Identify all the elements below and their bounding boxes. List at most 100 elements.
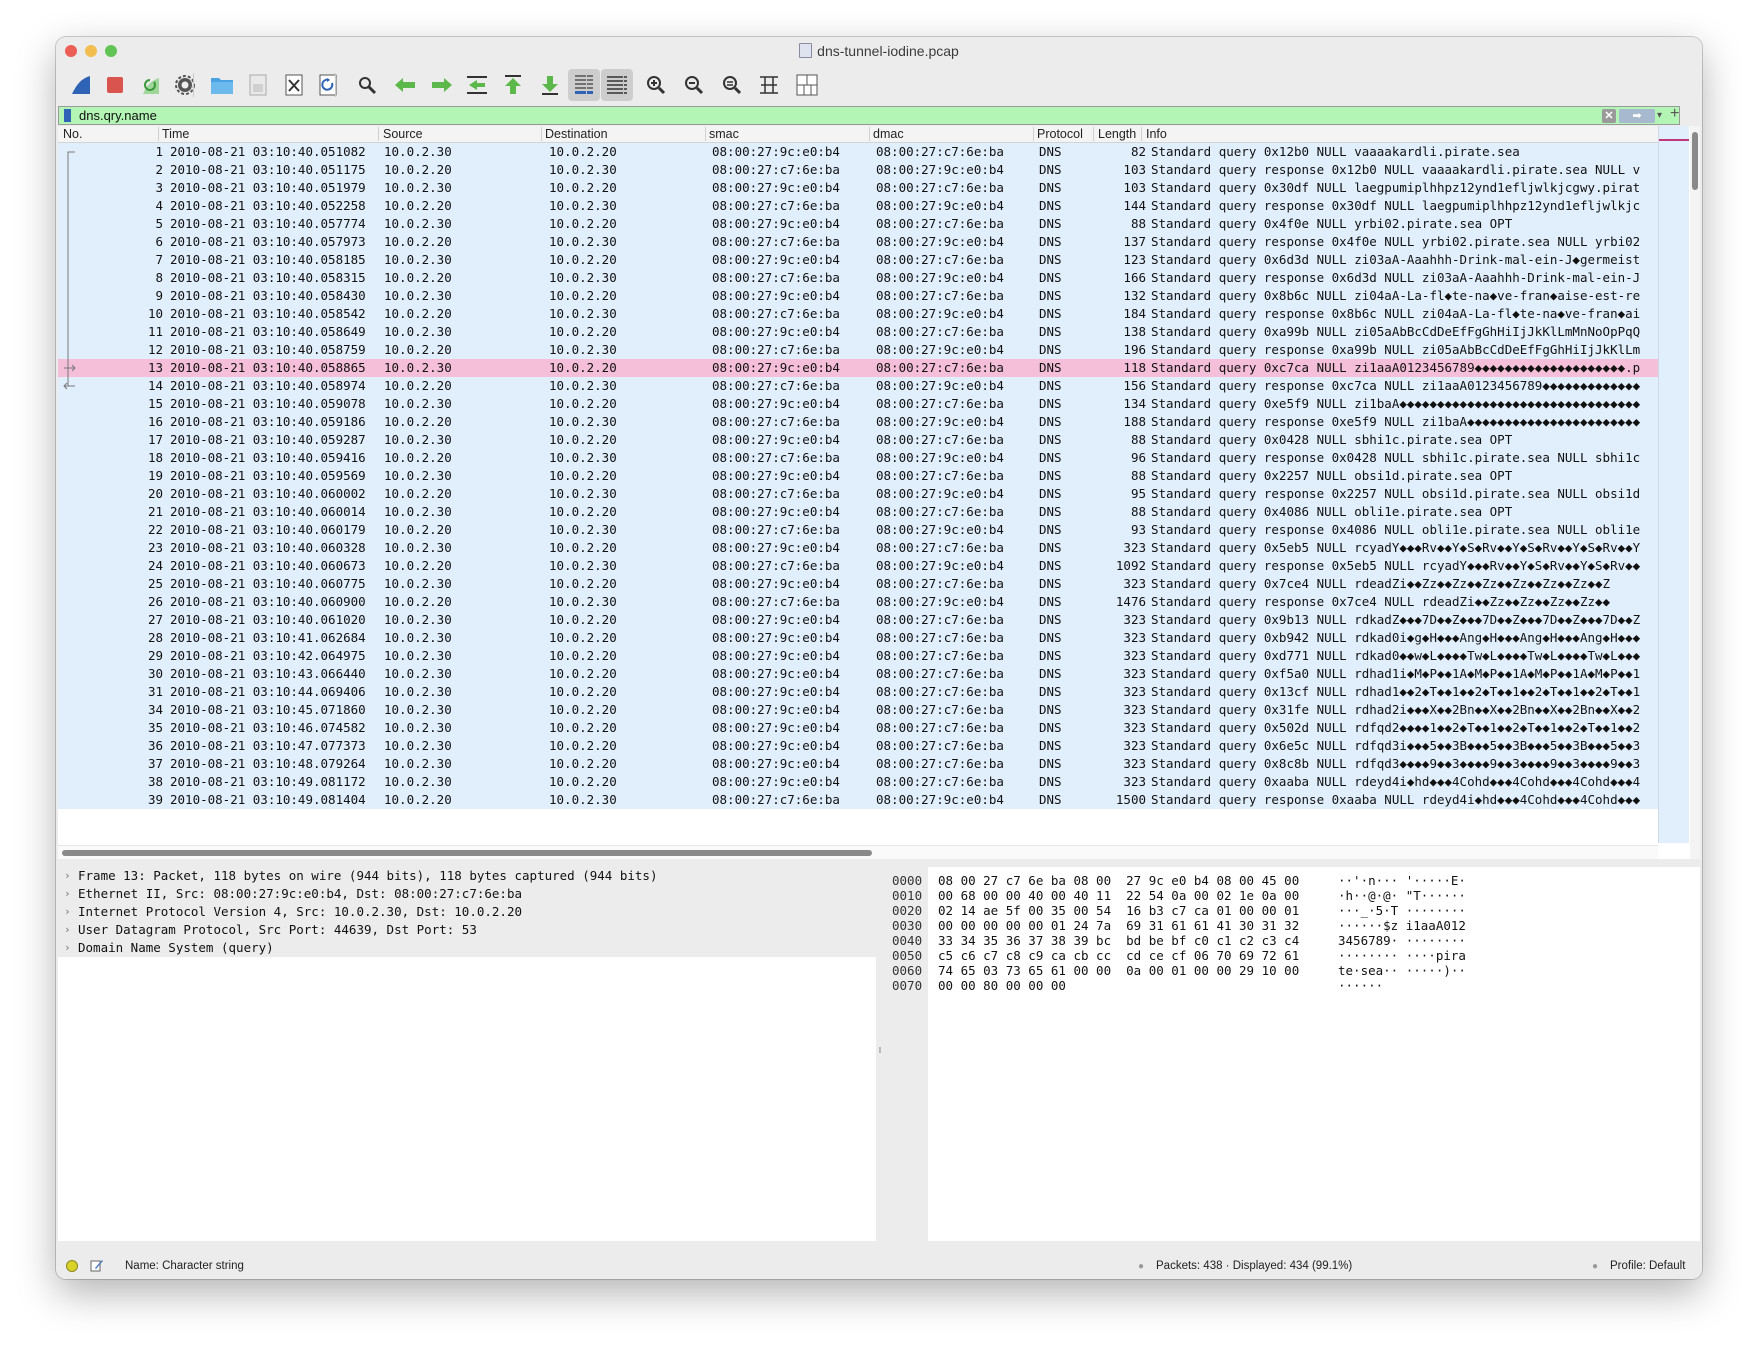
packet-row[interactable]: 20 2010-08-21 03:10:40.060002 10.0.2.20 10.… — [58, 485, 1658, 503]
packet-row[interactable]: 7 2010-08-21 03:10:40.058185 10.0.2.30 10.0… — [58, 251, 1658, 269]
packet-row[interactable]: 11 2010-08-21 03:10:40.058649 10.0.2.30 10.… — [58, 323, 1658, 341]
byte-hex[interactable]: 00 00 00 00 00 01 24 7a 69 31 61 61 41 3… — [938, 918, 1299, 933]
expand-chevron-icon[interactable]: › — [64, 921, 71, 939]
column-separator[interactable] — [1033, 127, 1034, 141]
detail-tree-item[interactable]: › Internet Protocol Version 4, Src: 10.0.… — [58, 903, 876, 921]
normal-size-button[interactable] — [716, 69, 748, 101]
filter-history-dropdown-icon[interactable]: ▾ — [1657, 107, 1662, 125]
column-header-length[interactable]: Length — [1098, 127, 1136, 141]
packet-row[interactable]: 38 2010-08-21 03:10:49.081172 10.0.2.30 10.… — [58, 773, 1658, 791]
column-header-no[interactable]: No. — [63, 127, 82, 141]
colorize-button[interactable] — [601, 69, 633, 101]
packet-row[interactable]: 24 2010-08-21 03:10:40.060673 10.0.2.20 10.… — [58, 557, 1658, 575]
byte-hex[interactable]: 00 00 80 00 00 00 — [938, 978, 1066, 993]
packet-row[interactable]: 2 2010-08-21 03:10:40.051175 10.0.2.20 10.0… — [58, 161, 1658, 179]
column-separator[interactable] — [1093, 127, 1094, 141]
byte-hex[interactable]: 08 00 27 c7 6e ba 08 00 27 9c e0 b4 08 0… — [938, 873, 1299, 888]
horizontal-scroll-thumb[interactable] — [62, 850, 872, 856]
packet-row[interactable]: 27 2010-08-21 03:10:40.061020 10.0.2.30 10.… — [58, 611, 1658, 629]
packet-row[interactable]: 29 2010-08-21 03:10:42.064975 10.0.2.30 10.… — [58, 647, 1658, 665]
packet-row[interactable]: 13 2010-08-21 03:10:40.058865 10.0.2.30 10.… — [58, 359, 1658, 377]
splitter-grip[interactable] — [879, 1047, 881, 1053]
capture-options-button[interactable] — [169, 69, 201, 101]
packet-row[interactable]: 18 2010-08-21 03:10:40.059416 10.0.2.20 10.… — [58, 449, 1658, 467]
packet-row[interactable]: 30 2010-08-21 03:10:43.066440 10.0.2.30 10.… — [58, 665, 1658, 683]
vertical-scroll-thumb[interactable] — [1692, 132, 1698, 190]
resize-columns-button[interactable] — [753, 69, 785, 101]
profile-status[interactable]: Profile: Default — [1610, 1260, 1685, 1272]
save-file-button[interactable] — [242, 69, 274, 101]
packet-row[interactable]: 6 2010-08-21 03:10:40.057973 10.0.2.20 10.0… — [58, 233, 1658, 251]
expand-chevron-icon[interactable]: › — [64, 885, 71, 903]
packet-row[interactable]: 9 2010-08-21 03:10:40.058430 10.0.2.30 10.0… — [58, 287, 1658, 305]
byte-hex[interactable]: 02 14 ae 5f 00 35 00 54 16 b3 c7 ca 01 0… — [938, 903, 1299, 918]
column-header-source[interactable]: Source — [383, 127, 423, 141]
byte-ascii[interactable]: ······$z i1aaA012 — [1338, 918, 1466, 933]
zoom-out-button[interactable] — [678, 69, 710, 101]
layout-button[interactable] — [791, 69, 823, 101]
stop-capture-button[interactable] — [99, 69, 131, 101]
expert-info-led-icon[interactable] — [66, 1260, 78, 1272]
byte-ascii[interactable]: ······ — [1338, 978, 1383, 993]
packet-list-horizontal-scrollbar[interactable] — [58, 845, 1658, 859]
detail-tree-item[interactable]: › User Datagram Protocol, Src Port: 44639… — [58, 921, 876, 939]
reload-file-button[interactable] — [312, 69, 344, 101]
byte-ascii[interactable]: ··'·n··· '·····E· — [1338, 873, 1466, 888]
column-header-destination[interactable]: Destination — [545, 127, 608, 141]
packet-row[interactable]: 22 2010-08-21 03:10:40.060179 10.0.2.20 10.… — [58, 521, 1658, 539]
byte-hex[interactable]: 74 65 03 73 65 61 00 00 0a 00 01 00 00 2… — [938, 963, 1299, 978]
restart-capture-button[interactable] — [135, 69, 167, 101]
packet-row[interactable]: 31 2010-08-21 03:10:44.069406 10.0.2.30 10.… — [58, 683, 1658, 701]
expand-chevron-icon[interactable]: › — [64, 939, 71, 957]
go-first-packet-button[interactable] — [497, 69, 529, 101]
byte-ascii[interactable]: ········ ····pira — [1338, 948, 1466, 963]
column-separator[interactable] — [158, 127, 159, 141]
packet-row[interactable]: 36 2010-08-21 03:10:47.077373 10.0.2.30 10.… — [58, 737, 1658, 755]
byte-ascii[interactable]: ···_·5·T ········ — [1338, 903, 1466, 918]
packet-row[interactable]: 23 2010-08-21 03:10:40.060328 10.0.2.30 10.… — [58, 539, 1658, 557]
byte-ascii[interactable]: ·h··@·@· "T······ — [1338, 888, 1466, 903]
detail-tree-item[interactable]: › Domain Name System (query) — [58, 939, 876, 957]
clear-filter-button[interactable]: ✕ — [1602, 109, 1616, 123]
packet-row[interactable]: 15 2010-08-21 03:10:40.059078 10.0.2.30 10.… — [58, 395, 1658, 413]
packet-row[interactable]: 4 2010-08-21 03:10:40.052258 10.0.2.20 10.0… — [58, 197, 1658, 215]
packet-row[interactable]: 39 2010-08-21 03:10:49.081404 10.0.2.20 10.… — [58, 791, 1658, 809]
packet-row[interactable]: 1 2010-08-21 03:10:40.051082 10.0.2.30 10.0… — [58, 143, 1658, 161]
packet-row[interactable]: 26 2010-08-21 03:10:40.060900 10.0.2.20 10.… — [58, 593, 1658, 611]
go-forward-button[interactable] — [426, 69, 458, 101]
detail-tree-item[interactable]: › Frame 13: Packet, 118 bytes on wire (94… — [58, 867, 876, 885]
packet-row[interactable]: 17 2010-08-21 03:10:40.059287 10.0.2.30 10.… — [58, 431, 1658, 449]
detail-tree-item[interactable]: › Ethernet II, Src: 08:00:27:9c:e0:b4, Ds… — [58, 885, 876, 903]
packet-row[interactable]: 8 2010-08-21 03:10:40.058315 10.0.2.20 10.0… — [58, 269, 1658, 287]
packet-minimap[interactable] — [1658, 126, 1689, 843]
byte-ascii[interactable]: te·sea·· ·····)·· — [1338, 963, 1466, 978]
column-separator[interactable] — [705, 127, 706, 141]
zoom-in-button[interactable] — [640, 69, 672, 101]
packet-row[interactable]: 5 2010-08-21 03:10:40.057774 10.0.2.30 10.0… — [58, 215, 1658, 233]
column-separator[interactable] — [1141, 127, 1142, 141]
byte-hex[interactable]: 00 68 00 00 40 00 40 11 22 54 0a 00 02 1… — [938, 888, 1299, 903]
byte-ascii[interactable]: 3456789· ········ — [1338, 933, 1466, 948]
column-header-protocol[interactable]: Protocol — [1037, 127, 1083, 141]
expand-chevron-icon[interactable]: › — [64, 867, 71, 885]
column-header-info[interactable]: Info — [1146, 127, 1167, 141]
packet-row[interactable]: 3 2010-08-21 03:10:40.051979 10.0.2.30 10.0… — [58, 179, 1658, 197]
packet-row[interactable]: 14 2010-08-21 03:10:40.058974 10.0.2.20 10.… — [58, 377, 1658, 395]
open-file-button[interactable] — [206, 69, 238, 101]
close-file-button[interactable] — [278, 69, 310, 101]
packet-row[interactable]: 35 2010-08-21 03:10:46.074582 10.0.2.30 10.… — [58, 719, 1658, 737]
go-last-packet-button[interactable] — [534, 69, 566, 101]
packet-row[interactable]: 19 2010-08-21 03:10:40.059569 10.0.2.30 10.… — [58, 467, 1658, 485]
capture-comment-icon[interactable] — [90, 1258, 104, 1272]
column-header-time[interactable]: Time — [162, 127, 189, 141]
packet-row[interactable]: 12 2010-08-21 03:10:40.058759 10.0.2.20 10.… — [58, 341, 1658, 359]
packet-row[interactable]: 10 2010-08-21 03:10:40.058542 10.0.2.20 10.… — [58, 305, 1658, 323]
column-separator[interactable] — [869, 127, 870, 141]
packet-row[interactable]: 28 2010-08-21 03:10:41.062684 10.0.2.30 10.… — [58, 629, 1658, 647]
pane-splitter[interactable] — [876, 867, 884, 1241]
auto-scroll-button[interactable] — [568, 69, 600, 101]
add-filter-button[interactable]: + — [1670, 105, 1679, 123]
expand-chevron-icon[interactable]: › — [64, 903, 71, 921]
column-separator[interactable] — [378, 127, 379, 141]
go-back-button[interactable] — [389, 69, 421, 101]
